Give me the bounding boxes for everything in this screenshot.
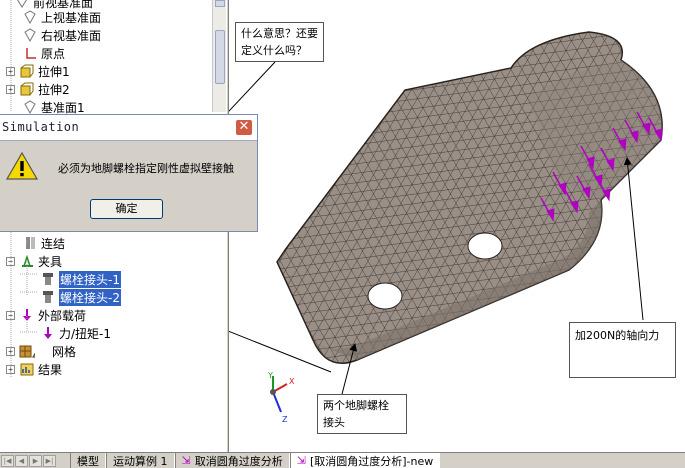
warning-icon [6, 151, 38, 180]
tree-scrollbar[interactable] [212, 0, 226, 112]
axis-x-label: X [289, 377, 295, 386]
simulation-dialog: Simulation ✕ 必须为地脚螺栓指定刚性虚拟壁接触 确定 [0, 114, 258, 232]
tab-motion-study-1[interactable]: 运动算例 1 [106, 453, 175, 468]
prev-tab-icon[interactable]: ◀ [15, 454, 28, 467]
callout-axial-force: 加200N的轴向力 [569, 322, 676, 378]
callout-question: 什么意思？还要 定义什么吗？ [235, 22, 324, 62]
study-icon: ⇲ [181, 454, 191, 467]
axis-z-label: Z [282, 415, 288, 424]
dialog-title-bar[interactable]: Simulation ✕ [0, 115, 257, 141]
study-icon: ⇲ [296, 454, 306, 467]
axis-y-label: Y [267, 371, 273, 380]
tab-study-cancel-fillet-new[interactable]: ⇲ [取消圆角过度分析]-new [289, 453, 441, 468]
coordinate-triad: Y X Z [267, 371, 295, 424]
tab-model[interactable]: 模型 [70, 453, 106, 468]
scrollbar-thumb[interactable] [215, 30, 225, 84]
ok-button[interactable]: 确定 [90, 199, 163, 219]
close-icon[interactable]: ✕ [235, 119, 253, 136]
graphics-viewport[interactable]: 什么意思？还要 定义什么吗？ 加200N的轴向力 两个地脚螺栓 接头 Y X Z [229, 0, 685, 452]
first-tab-icon[interactable]: |◀ [1, 454, 14, 467]
callout-anchor-bolts: 两个地脚螺栓 接头 [317, 394, 407, 434]
next-tab-icon[interactable]: ▶ [29, 454, 42, 467]
bottom-tab-bar: |◀ ◀ ▶ ▶| 模型 运动算例 1 ⇲ 取消圆角过度分析 ⇲ [取消圆角过度… [0, 452, 685, 468]
dialog-title: Simulation [2, 120, 80, 134]
last-tab-icon[interactable]: ▶| [43, 454, 56, 467]
tab-study-cancel-fillet[interactable]: ⇲ 取消圆角过度分析 [174, 453, 290, 468]
dialog-message: 必须为地脚螺栓指定刚性虚拟壁接触 [58, 162, 234, 175]
